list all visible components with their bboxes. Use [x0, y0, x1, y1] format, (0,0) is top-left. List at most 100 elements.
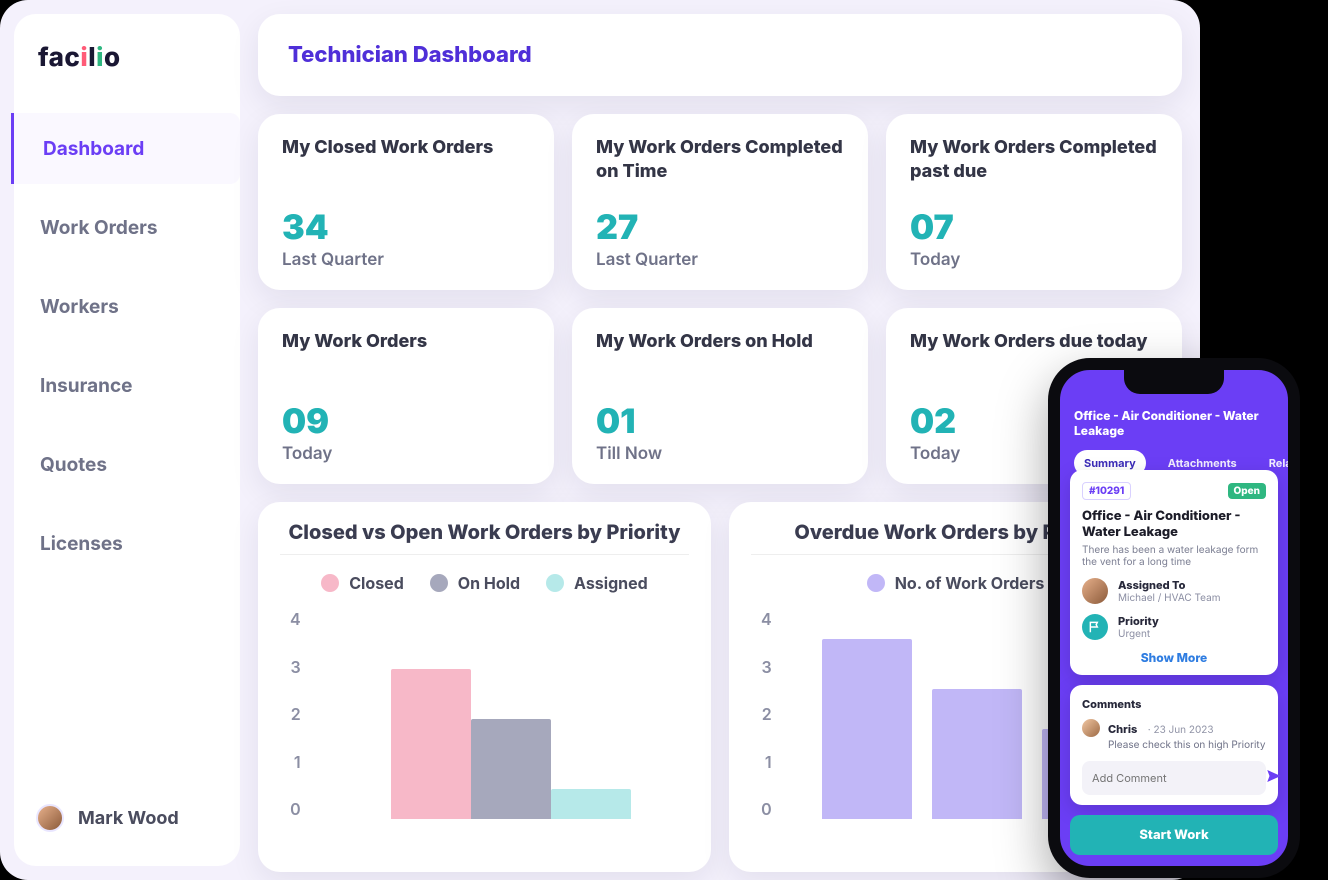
kv-key: Priority: [1118, 614, 1159, 628]
mobile-title: Office - Air Conditioner - Water Leakage: [1074, 408, 1274, 438]
legend-assigned: Assigned: [546, 573, 648, 593]
start-work-button[interactable]: Start Work: [1070, 815, 1278, 855]
legend-on-hold: On Hold: [430, 573, 520, 593]
stat-title: My Closed Work Orders: [282, 136, 530, 160]
mobile-preview: Office - Air Conditioner - Water Leakage…: [1048, 358, 1300, 878]
legend-no-of-wo: No. of Work Orders: [867, 573, 1045, 593]
phone-notch-icon: [1124, 370, 1224, 394]
y-tick: 1: [765, 752, 772, 772]
y-tick: 2: [291, 704, 301, 724]
bar: [822, 639, 912, 819]
legend-label: No. of Work Orders: [895, 573, 1045, 593]
show-more-link[interactable]: Show More: [1082, 650, 1266, 665]
stat-my-work-orders: My Work Orders 09 Today: [258, 308, 554, 484]
bar-plot: 4 3 2 1 0: [280, 609, 689, 819]
legend-dot-icon: [867, 574, 885, 592]
sidebar-item-quotes[interactable]: Quotes: [14, 429, 240, 500]
y-tick: 1: [294, 752, 301, 772]
comments-panel: Comments Chris · 23 Jun 2023 Please chec…: [1070, 685, 1278, 805]
comments-title: Comments: [1082, 697, 1266, 711]
commenter-avatar-icon: [1082, 719, 1100, 737]
y-tick: 0: [761, 799, 772, 819]
comment-item: Chris · 23 Jun 2023 Please check this on…: [1082, 717, 1266, 751]
add-comment[interactable]: [1082, 761, 1266, 795]
y-tick: 2: [762, 704, 772, 724]
legend-dot-icon: [546, 574, 564, 592]
sidebar-nav: Dashboard Work Orders Workers Insurance …: [14, 113, 240, 579]
stat-value: 27: [596, 207, 844, 248]
kv-value: Michael / HVAC Team: [1118, 592, 1220, 604]
chart-closed-vs-open: Closed vs Open Work Orders by Priority C…: [258, 502, 711, 872]
chart-legend: Closed On Hold Assigned: [280, 554, 689, 603]
main-content: Technician Dashboard My Closed Work Orde…: [258, 14, 1182, 866]
stat-title: My Work Orders: [282, 330, 530, 354]
status-badge: Open: [1228, 483, 1266, 499]
sidebar-item-workers[interactable]: Workers: [14, 271, 240, 342]
flag-icon: [1082, 614, 1108, 640]
legend-label: Closed: [349, 573, 404, 593]
charts-row: Closed vs Open Work Orders by Priority C…: [258, 502, 1182, 872]
legend-label: On Hold: [458, 573, 520, 593]
comment-date: · 23 Jun 2023: [1148, 724, 1214, 736]
sidebar-item-insurance[interactable]: Insurance: [14, 350, 240, 421]
kv-key: Assigned To: [1118, 578, 1220, 592]
stat-value: 01: [596, 401, 844, 442]
stat-on-hold: My Work Orders on Hold 01 Till Now: [572, 308, 868, 484]
y-tick: 0: [290, 799, 301, 819]
stat-subtitle: Today: [282, 444, 530, 464]
bar: [932, 689, 1022, 819]
wo-title: Office - Air Conditioner - Water Leakage: [1082, 508, 1266, 540]
send-icon[interactable]: [1265, 767, 1283, 789]
stat-closed-work-orders: My Closed Work Orders 34 Last Quarter: [258, 114, 554, 290]
legend-dot-icon: [430, 574, 448, 592]
priority: Priority Urgent: [1082, 614, 1266, 640]
stat-value: 34: [282, 207, 530, 248]
page-title-card: Technician Dashboard: [258, 14, 1182, 96]
y-tick: 4: [761, 609, 772, 629]
bar: [471, 719, 551, 819]
stats-grid: My Closed Work Orders 34 Last Quarter My…: [258, 114, 1182, 484]
assigned-to: Assigned To Michael / HVAC Team: [1082, 578, 1266, 604]
legend-label: Assigned: [574, 573, 648, 593]
wo-description: There has been a water leakage form the …: [1082, 544, 1266, 568]
stat-subtitle: Last Quarter: [282, 250, 530, 270]
comment-text: Please check this on high Priority: [1108, 739, 1266, 751]
kv-value: Urgent: [1118, 628, 1159, 640]
page-title: Technician Dashboard: [288, 42, 1152, 68]
sidebar-item-licenses[interactable]: Licenses: [14, 508, 240, 579]
stat-completed-on-time: My Work Orders Completed on Time 27 Last…: [572, 114, 868, 290]
legend-closed: Closed: [321, 573, 404, 593]
y-tick: 4: [290, 609, 301, 629]
stat-value: 07: [910, 207, 1158, 248]
stat-title: My Work Orders Completed past due: [910, 136, 1158, 185]
bar: [551, 789, 631, 819]
comment-input[interactable]: [1090, 770, 1265, 786]
stat-subtitle: Till Now: [596, 444, 844, 464]
stat-title: My Work Orders on Hold: [596, 330, 844, 354]
bar: [391, 669, 471, 819]
bars: [391, 609, 689, 819]
stat-value: 09: [282, 401, 530, 442]
chart-title: Closed vs Open Work Orders by Priority: [280, 520, 689, 544]
assignee-avatar-icon: [1082, 578, 1108, 604]
current-user[interactable]: Mark Wood: [14, 784, 240, 866]
sidebar: facilio Dashboard Work Orders Workers In…: [14, 14, 240, 866]
y-axis: 4 3 2 1 0: [751, 609, 782, 819]
stat-subtitle: Today: [910, 250, 1158, 270]
sidebar-item-work-orders[interactable]: Work Orders: [14, 192, 240, 263]
user-name: Mark Wood: [78, 808, 179, 829]
wo-header-row: #10291 Open: [1082, 482, 1266, 500]
comment-author: Chris: [1108, 722, 1137, 736]
wo-id-chip: #10291: [1082, 482, 1131, 500]
workorder-panel: #10291 Open Office - Air Conditioner - W…: [1070, 470, 1278, 675]
avatar-icon: [36, 804, 64, 832]
y-axis: 4 3 2 1 0: [280, 609, 311, 819]
mobile-scroll: #10291 Open Office - Air Conditioner - W…: [1070, 470, 1278, 856]
stat-completed-past-due: My Work Orders Completed past due 07 Tod…: [886, 114, 1182, 290]
stat-title: My Work Orders due today: [910, 330, 1158, 354]
legend-dot-icon: [321, 574, 339, 592]
y-tick: 3: [761, 657, 771, 677]
sidebar-item-dashboard[interactable]: Dashboard: [11, 113, 240, 184]
app-window: facilio Dashboard Work Orders Workers In…: [0, 0, 1200, 880]
brand-logo: facilio: [14, 14, 240, 85]
